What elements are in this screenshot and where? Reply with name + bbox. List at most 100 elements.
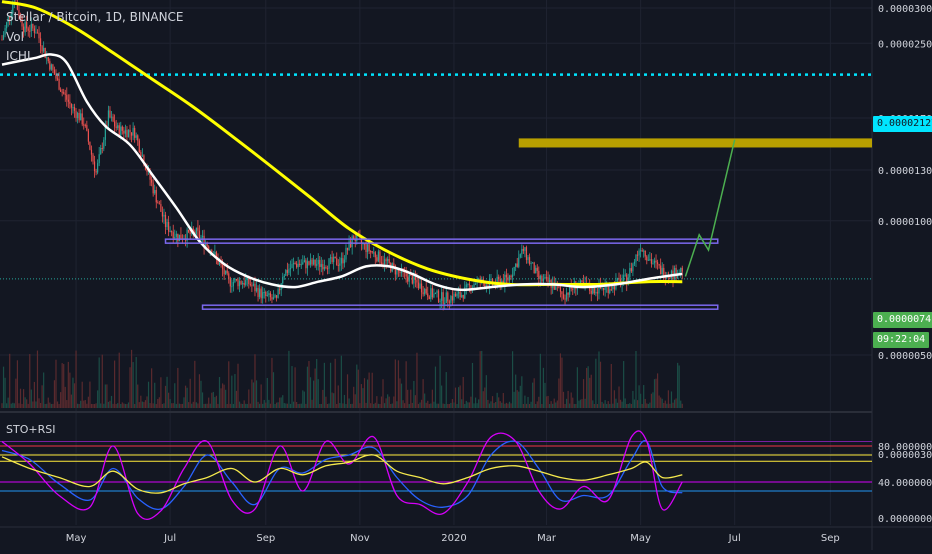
volume-bar: [288, 350, 290, 408]
candle-body: [374, 252, 376, 258]
candle-body: [237, 279, 239, 287]
volume-bar: [641, 403, 643, 408]
candle-body: [609, 289, 611, 293]
volume-bar: [198, 374, 201, 408]
volume-bar: [95, 403, 97, 408]
candle-body: [232, 282, 234, 287]
candle-body: [109, 110, 111, 118]
volume-bar: [15, 378, 17, 408]
candle-body: [410, 274, 412, 276]
candle-body: [121, 126, 123, 131]
candle-body: [52, 64, 54, 70]
volume-bar: [1, 403, 3, 408]
volume-bar: [30, 389, 32, 408]
volume-bar: [678, 365, 680, 408]
volume-bar: [669, 403, 671, 408]
candle-body: [174, 236, 176, 239]
chart-svg[interactable]: 0.000030000.000025000.000017000.00001300…: [0, 0, 932, 550]
time-tick-label: Jul: [728, 533, 741, 544]
candle-body: [166, 221, 168, 227]
volume-bar: [229, 403, 231, 408]
candle-body: [238, 281, 241, 287]
candle-body: [317, 259, 319, 265]
candle-body: [259, 288, 261, 297]
candle-body: [350, 241, 352, 248]
candle-body: [328, 258, 330, 269]
candle-body: [95, 171, 97, 173]
volume-bar: [521, 376, 523, 408]
chart-canvas[interactable]: 0.000030000.000025000.000017000.00001300…: [0, 0, 932, 550]
volume-bar: [158, 397, 160, 408]
volume-bar: [188, 402, 190, 408]
volume-bar: [380, 396, 383, 408]
volume-bar: [490, 401, 492, 408]
volume-bar: [178, 403, 180, 408]
candle-body: [450, 296, 452, 303]
volume-bar: [365, 402, 367, 408]
volume-bar: [97, 390, 99, 408]
volume-bar: [208, 397, 210, 408]
candle-body: [41, 46, 43, 52]
candle-body: [83, 124, 85, 126]
candle-body: [274, 295, 276, 298]
volume-bar: [55, 359, 57, 408]
candle-body: [100, 148, 102, 155]
candle-body: [646, 256, 648, 261]
candle-body: [277, 289, 279, 298]
volume-bar: [643, 385, 645, 408]
chart-background: [0, 0, 932, 550]
volume-bar: [558, 378, 560, 408]
candle-body: [58, 78, 60, 90]
volume-bar: [161, 403, 164, 408]
volume-bar: [606, 403, 608, 408]
volume-bar: [599, 361, 602, 408]
volume-bar: [329, 362, 332, 408]
volume-bar: [519, 385, 521, 408]
volume-bar: [36, 350, 39, 408]
volume-bar: [121, 402, 123, 408]
volume-bar: [29, 354, 31, 408]
volume-bar: [323, 362, 325, 408]
volume-bar: [126, 404, 128, 408]
volume-bar: [197, 403, 199, 408]
volume-bar: [177, 367, 179, 408]
volume-bar: [305, 403, 307, 408]
candle-body: [616, 278, 619, 281]
volume-bar: [98, 357, 100, 408]
volume-bar: [570, 392, 572, 408]
volume-bar: [411, 402, 413, 408]
volume-bar: [10, 403, 12, 408]
candle-body: [158, 203, 160, 205]
volume-bar: [623, 361, 625, 408]
volume-bar: [633, 399, 636, 408]
volume-bar: [346, 374, 349, 408]
volume-bar: [209, 403, 211, 408]
price-tick-label: 0.00001300: [878, 166, 932, 177]
candle-body: [84, 124, 86, 126]
candle-body: [30, 23, 32, 32]
candle-body: [462, 294, 464, 299]
target-zone[interactable]: [518, 138, 872, 148]
candle-body: [265, 291, 267, 296]
candle-body: [439, 300, 441, 302]
volume-bar: [16, 360, 19, 408]
candle-body: [175, 233, 177, 237]
candle-body: [291, 264, 293, 268]
candle-body: [383, 259, 386, 264]
volume-bar: [186, 387, 188, 408]
candle-body: [602, 288, 605, 291]
candle-body: [195, 227, 197, 235]
candle-body: [27, 28, 29, 31]
volume-bar: [149, 403, 151, 408]
volume-bar: [147, 381, 150, 408]
candle-body: [596, 292, 599, 294]
volume-bar: [123, 403, 125, 408]
candle-body: [366, 244, 369, 253]
volume-bar: [658, 395, 660, 408]
candle-body: [198, 230, 201, 238]
volume-bar: [24, 397, 26, 408]
candle-body: [396, 269, 398, 275]
volume-bar: [555, 402, 557, 408]
volume-bar: [479, 351, 481, 408]
volume-bar: [539, 353, 541, 408]
